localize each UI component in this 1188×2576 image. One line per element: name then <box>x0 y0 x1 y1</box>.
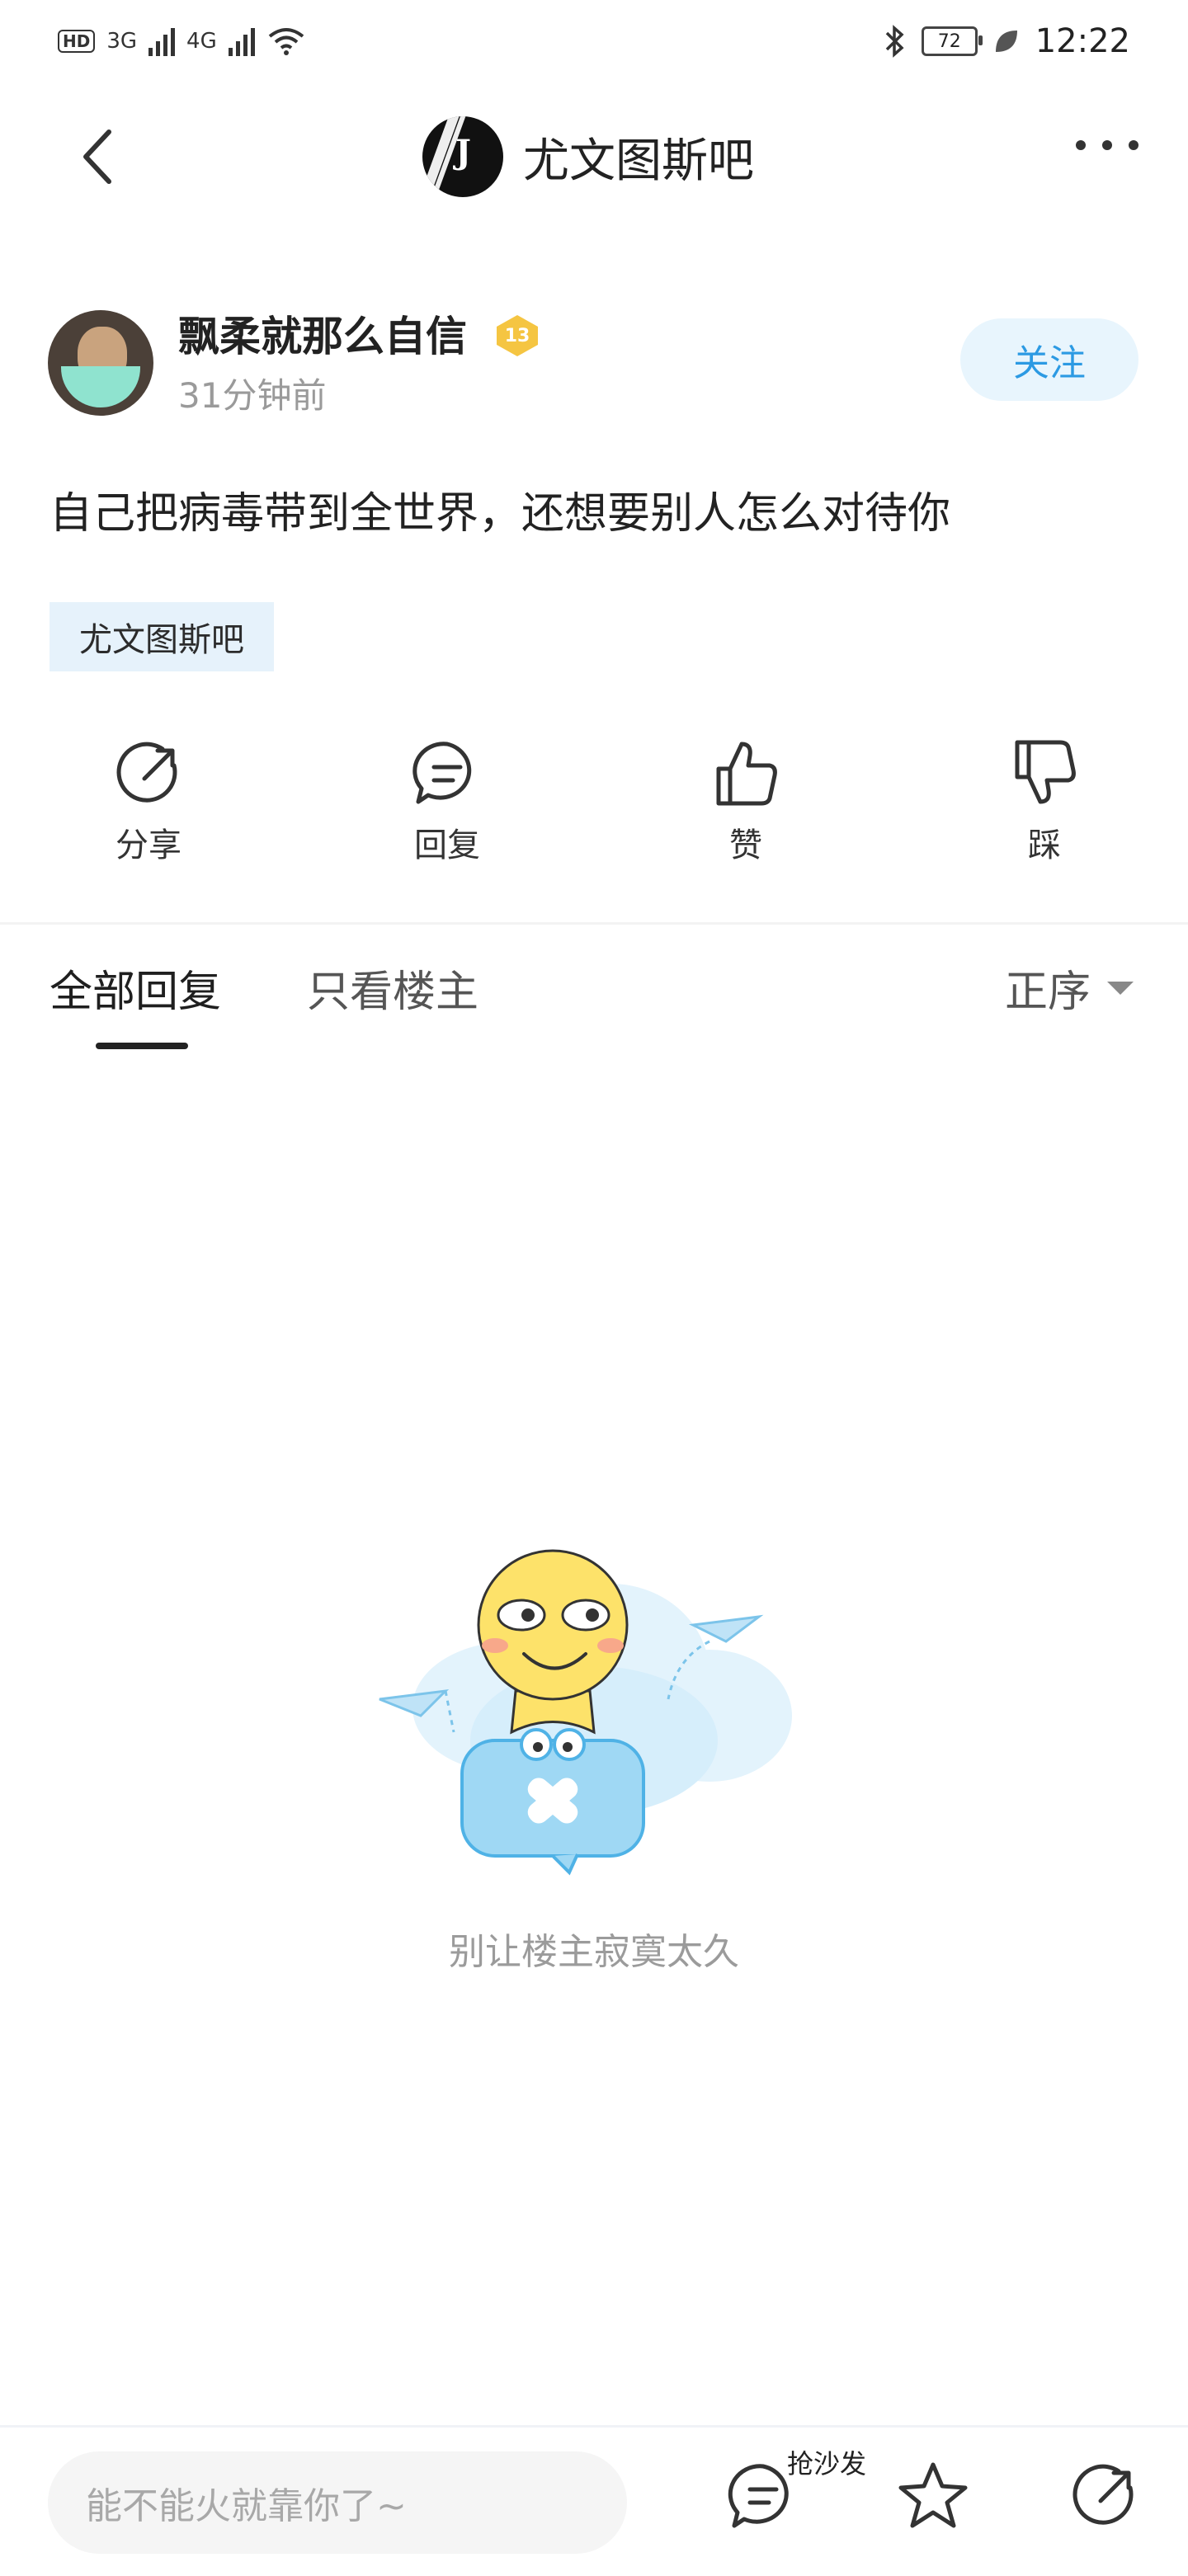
caret-down-icon <box>1107 981 1134 995</box>
dislike-button[interactable]: 踩 <box>970 737 1119 878</box>
empty-state-illustration <box>379 1549 792 1876</box>
battery-indicator: 72 <box>921 26 983 56</box>
like-label: 赞 <box>729 826 762 864</box>
share-icon[interactable] <box>1068 2458 1142 2532</box>
tab-owner-only[interactable]: 只看楼主 <box>307 957 478 1019</box>
forum-logo: J <box>422 116 503 197</box>
active-tab-indicator <box>96 1043 188 1049</box>
avatar[interactable] <box>48 310 153 416</box>
star-icon[interactable] <box>896 2458 970 2532</box>
like-button[interactable]: 赞 <box>672 737 820 878</box>
comment-input[interactable]: 能不能火就靠你了~ <box>48 2451 627 2554</box>
wifi-icon <box>268 28 304 55</box>
level-badge: 13 <box>497 315 538 356</box>
signal-icon <box>148 26 176 56</box>
network-4g-label: 4G <box>186 29 217 54</box>
author-name[interactable]: 飘柔就那么自信 <box>178 304 467 363</box>
signal-icon <box>228 26 255 56</box>
back-arrow-icon[interactable] <box>66 124 132 190</box>
sort-dropdown[interactable]: 正序 <box>1005 957 1134 1019</box>
leaf-icon <box>995 31 1017 52</box>
sort-label: 正序 <box>1004 968 1091 1017</box>
tab-all-replies[interactable]: 全部回复 <box>50 957 221 1019</box>
clock: 12:22 <box>1035 22 1130 60</box>
share-icon <box>116 742 177 803</box>
post-content: 自己把病毒带到全世界，还想要别人怎么对待你 <box>50 489 951 539</box>
follow-button[interactable]: 关注 <box>960 318 1138 401</box>
reply-label: 回复 <box>414 826 480 864</box>
reply-button[interactable]: 回复 <box>373 737 521 878</box>
empty-state-text: 别让楼主寂寞太久 <box>449 1931 739 1973</box>
post-time: 31分钟前 <box>178 375 327 416</box>
comment-icon[interactable] <box>726 2458 800 2532</box>
more-options-icon[interactable] <box>1076 140 1138 150</box>
status-bar: HD 3G 4G 72 12:22 <box>0 0 1188 82</box>
reply-icon <box>412 742 472 804</box>
network-3g-label: 3G <box>106 29 138 54</box>
top-nav: J 尤文图斯吧 <box>0 82 1188 231</box>
bluetooth-icon <box>885 25 904 58</box>
hd-badge: HD <box>58 30 96 53</box>
forum-header[interactable]: J 尤文图斯吧 <box>422 114 754 200</box>
thumbs-up-icon <box>716 742 777 806</box>
divider <box>0 922 1188 925</box>
dislike-label: 踩 <box>1028 826 1061 864</box>
thumbs-down-icon <box>1015 740 1076 804</box>
forum-title: 尤文图斯吧 <box>523 134 754 188</box>
forum-tag[interactable]: 尤文图斯吧 <box>50 602 274 671</box>
share-button[interactable]: 分享 <box>74 737 223 878</box>
share-label: 分享 <box>116 826 182 864</box>
